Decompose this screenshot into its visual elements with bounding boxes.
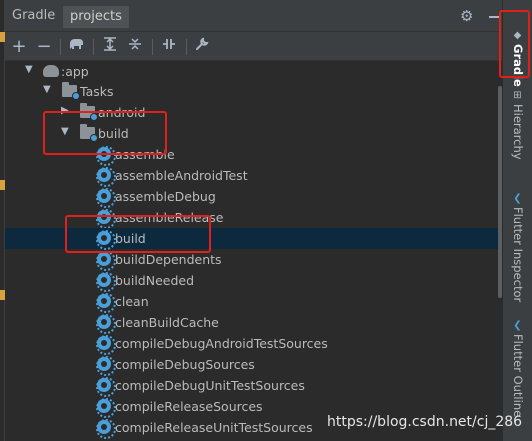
task-row[interactable]: compileDebugAndroidTestSources — [5, 333, 502, 355]
gear-icon — [96, 377, 116, 397]
gear-icon — [96, 398, 116, 418]
task-label: compileDebugAndroidTestSources — [115, 336, 328, 351]
header-title-gradle: Gradle — [12, 8, 56, 23]
expand-arrow-icon[interactable]: ▼ — [25, 64, 33, 75]
expand-all-icon[interactable] — [100, 37, 120, 57]
gear-icon — [96, 272, 116, 292]
right-tab-hierarchy[interactable]: ⊞ Hierarchy — [507, 90, 529, 185]
task-label: clean — [115, 294, 149, 309]
folder-icon — [62, 82, 80, 100]
wrench-icon[interactable] — [192, 37, 212, 57]
gradle-toolbar: + − — [5, 33, 502, 61]
expand-arrow-icon[interactable]: ▼ — [43, 84, 51, 95]
toolbar-separator — [186, 39, 187, 55]
flutter-icon: ❮ — [513, 193, 522, 204]
minimize-icon[interactable] — [489, 16, 499, 18]
gear-icon — [96, 419, 116, 439]
gear-icon — [96, 167, 116, 187]
plus-icon[interactable]: + — [9, 37, 29, 57]
highlight-box — [65, 215, 211, 253]
toolbar-separator — [93, 39, 94, 55]
task-row[interactable]: assembleDebug — [5, 186, 502, 208]
watermark-text: https://blog.csdn.net/cj_286 — [327, 414, 523, 430]
task-label: assembleDebug — [115, 189, 216, 204]
gear-icon — [96, 335, 116, 355]
toggle-offline-icon[interactable] — [159, 37, 179, 57]
minus-icon[interactable]: − — [34, 37, 54, 57]
collapse-all-icon[interactable] — [125, 37, 145, 57]
tree-node-label: :app — [61, 64, 89, 79]
right-tab-label: Flutter Outline — [511, 334, 525, 418]
flutter-icon: ❮ — [513, 320, 522, 331]
task-row[interactable]: buildNeeded — [5, 270, 502, 292]
toolbar-separator — [152, 39, 153, 55]
task-row[interactable]: clean — [5, 291, 502, 313]
gear-icon — [96, 188, 116, 208]
task-label: compileDebugUnitTestSources — [115, 378, 305, 393]
task-label: compileDebugSources — [115, 357, 255, 372]
gear-icon[interactable]: ⚙ — [460, 7, 473, 25]
right-tab-label: Flutter Inspector — [511, 207, 525, 303]
task-row[interactable]: assembleAndroidTest — [5, 165, 502, 187]
gear-icon — [96, 293, 116, 313]
tool-window-header: Gradle projects ⚙ — [5, 0, 502, 32]
right-tab-label: Hierarchy — [511, 104, 525, 160]
task-label: buildNeeded — [115, 273, 195, 288]
task-row[interactable]: compileDebugUnitTestSources — [5, 375, 502, 397]
task-label: buildDependents — [115, 252, 222, 267]
elephant-icon[interactable] — [66, 37, 86, 57]
task-row[interactable]: cleanBuildCache — [5, 312, 502, 334]
hierarchy-icon: ⊞ — [513, 90, 522, 101]
tab-projects[interactable]: projects — [63, 6, 129, 28]
task-label: assembleAndroidTest — [115, 168, 248, 183]
right-tab-flutter-inspector[interactable]: ❮ Flutter Inspector — [507, 193, 529, 308]
task-label: compileReleaseSources — [115, 399, 263, 414]
tree-node-label: Tasks — [80, 84, 114, 99]
elephant-icon — [43, 63, 59, 79]
toolbar-separator — [60, 39, 61, 55]
gear-icon — [96, 251, 116, 271]
tree-node-app[interactable]: ▼ :app — [5, 61, 502, 82]
task-label: cleanBuildCache — [115, 315, 219, 330]
gear-icon — [96, 356, 116, 376]
task-row[interactable]: compileDebugSources — [5, 354, 502, 376]
highlight-box — [43, 111, 167, 155]
task-label: compileReleaseUnitTestSources — [115, 420, 313, 435]
gear-icon — [96, 314, 116, 334]
tree-node-tasks[interactable]: ▼ Tasks — [5, 81, 502, 102]
highlight-box — [499, 10, 530, 78]
